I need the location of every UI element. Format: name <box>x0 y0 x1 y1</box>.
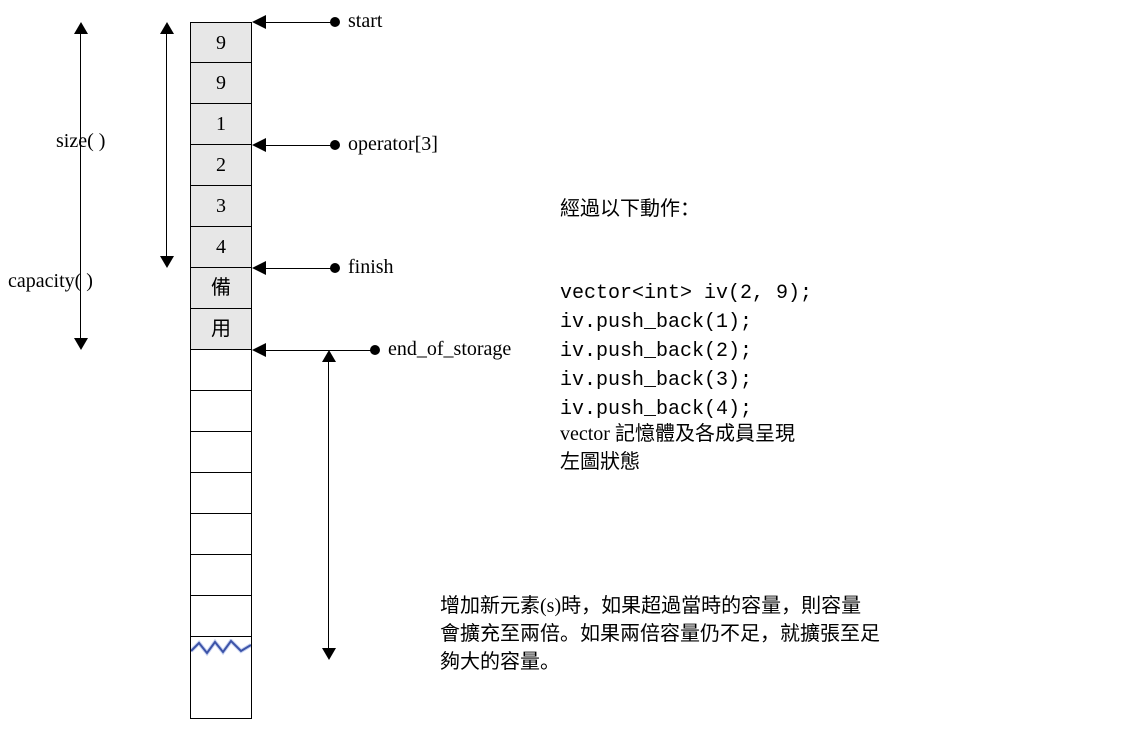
end-of-storage-pointer <box>252 340 392 360</box>
cell-10 <box>190 432 252 473</box>
cell-below-torn <box>190 678 252 719</box>
cell-7-reserve: 用 <box>190 309 252 350</box>
cell-4: 3 <box>190 186 252 227</box>
end-of-storage-label: end_of_storage <box>388 338 511 361</box>
memstate-text-1: vector 記憶體及各成員呈現 <box>560 420 795 449</box>
finish-pointer <box>252 258 352 278</box>
intro-text: 經過以下動作： <box>560 195 700 224</box>
memory-column: 9 9 1 2 3 4 備 用 <box>190 22 252 719</box>
torn-edge-icon <box>191 639 251 657</box>
cell-12 <box>190 514 252 555</box>
start-label: start <box>348 10 382 33</box>
code-line-2: iv.push_back(1); <box>560 311 752 334</box>
grow-text-1: 增加新元素(s)時，如果超過當時的容量，則容量 <box>440 592 861 621</box>
cell-14 <box>190 596 252 637</box>
extra-range-arrow <box>320 350 338 660</box>
capacity-label: capacity( ) <box>8 270 93 293</box>
code-line-1: vector<int> iv(2, 9); <box>560 282 812 305</box>
cell-1: 9 <box>190 63 252 104</box>
operator3-label: operator[3] <box>348 133 438 156</box>
operator3-pointer <box>252 135 352 155</box>
cell-8 <box>190 350 252 391</box>
size-label: size( ) <box>56 130 105 153</box>
code-line-4: iv.push_back(3); <box>560 369 752 392</box>
size-range-arrow <box>158 22 176 268</box>
cell-11 <box>190 473 252 514</box>
cell-6-reserve: 備 <box>190 268 252 309</box>
memstate-text-2: 左圖狀態 <box>560 448 640 477</box>
cell-2: 1 <box>190 104 252 145</box>
capacity-range-arrow <box>72 22 90 350</box>
cell-0: 9 <box>190 22 252 63</box>
grow-text-3: 夠大的容量。 <box>440 648 560 677</box>
grow-text-2: 會擴充至兩倍。如果兩倍容量仍不足，就擴張至足 <box>440 620 880 649</box>
cell-9 <box>190 391 252 432</box>
code-line-5: iv.push_back(4); <box>560 398 752 421</box>
cell-3: 2 <box>190 145 252 186</box>
cell-torn <box>190 637 252 678</box>
code-block: vector<int> iv(2, 9); iv.push_back(1); i… <box>560 250 812 424</box>
cell-13 <box>190 555 252 596</box>
code-line-3: iv.push_back(2); <box>560 340 752 363</box>
cell-5: 4 <box>190 227 252 268</box>
vector-diagram: capacity( ) size( ) 9 9 1 2 3 4 備 用 <box>0 0 1141 739</box>
finish-label: finish <box>348 256 394 279</box>
start-pointer <box>252 12 352 32</box>
